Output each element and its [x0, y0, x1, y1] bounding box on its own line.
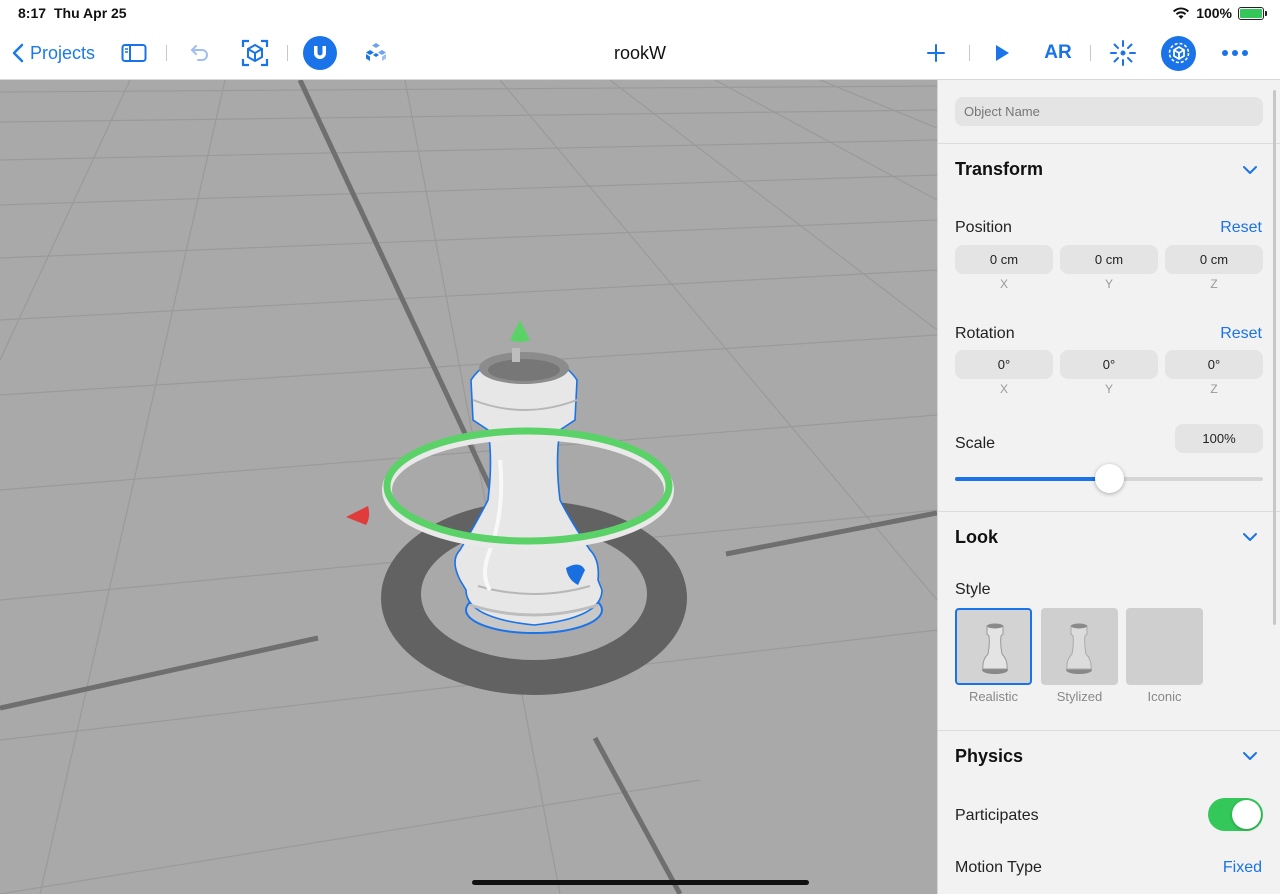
chevron-down-icon[interactable]: [1241, 528, 1259, 546]
sidebar-icon: [121, 44, 147, 62]
toggle-knob: [1232, 800, 1261, 829]
divider: [938, 143, 1280, 144]
toolbar-separator: [166, 45, 167, 61]
play-button[interactable]: [990, 26, 1014, 80]
motion-type-label: Motion Type: [955, 859, 1042, 876]
sidebar-toggle-button[interactable]: [120, 26, 148, 80]
participates-label: Participates: [955, 807, 1039, 824]
scene-canvas[interactable]: [0, 80, 937, 894]
scale-slider-thumb[interactable]: [1095, 464, 1124, 493]
position-y-field[interactable]: 0 cm: [1060, 245, 1158, 274]
object-name-input[interactable]: [955, 97, 1263, 126]
snap-button[interactable]: [303, 26, 337, 80]
rook-model: [454, 348, 603, 634]
scene-button[interactable]: [362, 26, 390, 80]
y-axis-handle: [510, 320, 530, 342]
scale-label: Scale: [955, 435, 996, 452]
toolbar-separator: [287, 45, 288, 61]
status-bar: 8:17 Thu Apr 25 100%: [0, 0, 1280, 26]
more-icon: [1222, 50, 1248, 56]
look-section-title[interactable]: Look: [955, 527, 998, 548]
rook-realistic-icon: [982, 623, 1008, 674]
rotation-y-field[interactable]: 0°: [1060, 350, 1158, 379]
wifi-icon: [1173, 7, 1190, 19]
toolbar-separator: [1090, 45, 1091, 61]
undo-button[interactable]: [188, 26, 212, 80]
style-stylized-label: Stylized: [1056, 689, 1103, 704]
rotation-z-field[interactable]: 0°: [1165, 350, 1263, 379]
position-reset-button[interactable]: Reset: [1220, 219, 1262, 237]
axis-label-x: X: [999, 382, 1008, 396]
x-axis-handle: [346, 506, 370, 525]
plus-icon: [927, 44, 945, 62]
motion-type-value[interactable]: Fixed: [1223, 859, 1262, 877]
document-title: rookW: [613, 43, 666, 63]
battery-percent: 100%: [1196, 5, 1232, 21]
position-x-field[interactable]: 0 cm: [955, 245, 1053, 274]
position-label: Position: [955, 219, 1012, 236]
style-stylized-tile[interactable]: [1041, 608, 1118, 685]
rook-stylized-icon: [1066, 623, 1092, 674]
inspector-panel: Transform Position Reset 0 cm 0 cm 0 cm …: [937, 80, 1280, 894]
scale-field[interactable]: 100%: [1175, 424, 1263, 453]
style-label: Style: [955, 581, 991, 598]
status-date: Thu Apr 25: [54, 5, 127, 21]
focus-icon: [1110, 40, 1136, 66]
rotation-label: Rotation: [955, 325, 1015, 342]
participates-toggle[interactable]: [1208, 798, 1263, 831]
status-right: 100%: [1172, 5, 1267, 21]
focus-button[interactable]: [1108, 26, 1138, 80]
scale-slider-fill: [955, 477, 1109, 481]
more-button[interactable]: [1218, 26, 1252, 80]
style-iconic-tile[interactable]: [1126, 608, 1203, 685]
magnet-icon: [303, 36, 337, 70]
toolbar-separator: [969, 45, 970, 61]
home-indicator[interactable]: [472, 880, 809, 885]
ar-scan-button[interactable]: [240, 26, 270, 80]
ground-major-lines: [0, 80, 937, 894]
scene-hierarchy-icon: [366, 43, 386, 61]
back-button[interactable]: Projects: [12, 26, 95, 80]
axis-label-y: Y: [1104, 277, 1113, 291]
properties-icon: [1161, 35, 1196, 71]
divider: [938, 730, 1280, 731]
scale-slider[interactable]: [955, 464, 1263, 493]
rotation-x-field[interactable]: 0°: [955, 350, 1053, 379]
ar-scan-icon: [241, 39, 269, 67]
axis-label-z: Z: [1210, 277, 1218, 291]
scene-viewport[interactable]: [0, 80, 937, 894]
rotation-reset-button[interactable]: Reset: [1220, 325, 1262, 343]
ground-grid: [0, 80, 937, 894]
undo-icon: [191, 45, 208, 61]
chevron-left-icon: [12, 43, 24, 63]
style-iconic-label: Iconic: [1147, 689, 1182, 704]
toolbar: Projects rookW AR: [0, 26, 1280, 80]
axis-label-y: Y: [1104, 382, 1113, 396]
axis-label-x: X: [999, 277, 1008, 291]
back-label: Projects: [30, 42, 96, 63]
properties-button[interactable]: [1161, 26, 1196, 80]
battery-icon: [1238, 6, 1267, 20]
transform-section-title[interactable]: Transform: [955, 159, 1043, 180]
status-time: 8:17: [18, 5, 47, 21]
play-icon: [996, 45, 1009, 61]
inspector-scrollbar[interactable]: [1273, 90, 1276, 625]
chevron-down-icon[interactable]: [1241, 747, 1259, 765]
style-realistic-label: Realistic: [968, 689, 1019, 704]
style-realistic-tile[interactable]: [955, 608, 1032, 685]
ar-button[interactable]: AR: [1040, 26, 1076, 80]
add-button[interactable]: [924, 26, 948, 80]
divider: [938, 511, 1280, 512]
physics-section-title[interactable]: Physics: [955, 746, 1023, 767]
chevron-down-icon[interactable]: [1241, 161, 1259, 179]
position-z-field[interactable]: 0 cm: [1165, 245, 1263, 274]
axis-label-z: Z: [1210, 382, 1218, 396]
